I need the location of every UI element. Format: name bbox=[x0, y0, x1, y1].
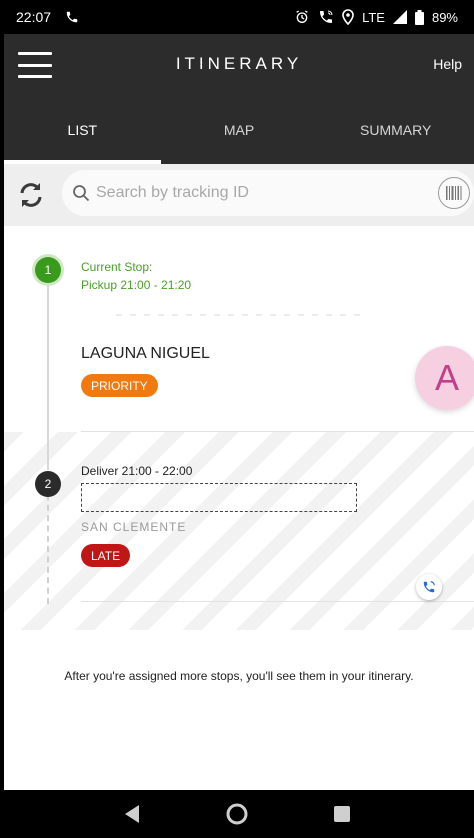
home-button[interactable] bbox=[217, 794, 257, 834]
stop-2-city[interactable]: SAN CLEMENTE bbox=[81, 520, 186, 534]
search-icon bbox=[73, 185, 90, 202]
app-screen: ITINERARY Help LIST MAP SUMMARY Search b… bbox=[4, 34, 474, 790]
system-nav-bar bbox=[0, 790, 474, 838]
divider bbox=[81, 431, 474, 432]
network-label: LTE bbox=[362, 9, 385, 25]
priority-badge: PRIORITY bbox=[81, 374, 158, 397]
tab-list[interactable]: LIST bbox=[4, 96, 161, 164]
redacted-address-line bbox=[116, 314, 366, 316]
timeline-dashed-line bbox=[47, 484, 49, 604]
timeline-line bbox=[47, 270, 49, 470]
tab-summary[interactable]: SUMMARY bbox=[317, 96, 474, 164]
status-bar: 22:07 LTE 89% bbox=[0, 0, 474, 34]
stop-1-city[interactable]: LAGUNA NIGUEL bbox=[81, 345, 210, 363]
divider bbox=[81, 601, 474, 602]
alarm-icon bbox=[294, 9, 310, 25]
assistant-letter: A bbox=[434, 357, 459, 398]
page-title: ITINERARY bbox=[175, 54, 303, 73]
recents-square-icon bbox=[333, 806, 350, 822]
stop-number-badge: 1 bbox=[35, 257, 61, 283]
battery-level: 89% bbox=[431, 9, 458, 25]
signal-icon bbox=[392, 10, 407, 24]
pickup-time: Pickup 21:00 - 21:20 bbox=[81, 278, 192, 292]
wifi-call-icon bbox=[318, 9, 334, 25]
tab-map[interactable]: MAP bbox=[161, 96, 318, 164]
assistant-fab-button[interactable]: A bbox=[415, 346, 474, 410]
tab-bar: LIST MAP SUMMARY bbox=[4, 96, 474, 164]
call-button[interactable] bbox=[416, 574, 442, 600]
app-bar: ITINERARY Help bbox=[4, 34, 474, 96]
back-triangle-icon bbox=[125, 805, 140, 823]
search-row bbox=[4, 164, 474, 226]
current-stop-label: Current Stop: bbox=[81, 260, 153, 274]
phone-icon bbox=[65, 10, 79, 24]
home-circle-icon bbox=[226, 803, 248, 825]
search-input[interactable] bbox=[96, 184, 416, 202]
recents-button[interactable] bbox=[322, 794, 362, 834]
stop-number-badge: 2 bbox=[35, 471, 61, 497]
barcode-scan-button[interactable] bbox=[438, 177, 470, 209]
back-button[interactable] bbox=[112, 794, 152, 834]
refresh-icon bbox=[20, 183, 42, 207]
stop-1-header[interactable]: Current Stop: Pickup 21:00 - 21:20 bbox=[81, 258, 191, 294]
location-icon bbox=[342, 9, 354, 25]
help-button[interactable]: Help bbox=[433, 56, 462, 72]
itinerary-list: 1 Current Stop: Pickup 21:00 - 21:20 LAG… bbox=[4, 226, 474, 790]
search-box bbox=[62, 170, 474, 216]
battery-icon bbox=[414, 9, 424, 25]
empty-itinerary-message: After you're assigned more stops, you'll… bbox=[64, 669, 414, 683]
deliver-time[interactable]: Deliver 21:00 - 22:00 bbox=[81, 464, 192, 478]
phone-icon bbox=[423, 581, 435, 593]
redacted-address-box bbox=[81, 483, 357, 512]
barcode-icon bbox=[446, 186, 462, 200]
late-badge: LATE bbox=[81, 544, 131, 567]
status-time: 22:07 bbox=[16, 9, 52, 25]
refresh-button[interactable] bbox=[16, 180, 46, 210]
menu-bar-icon bbox=[18, 75, 52, 78]
